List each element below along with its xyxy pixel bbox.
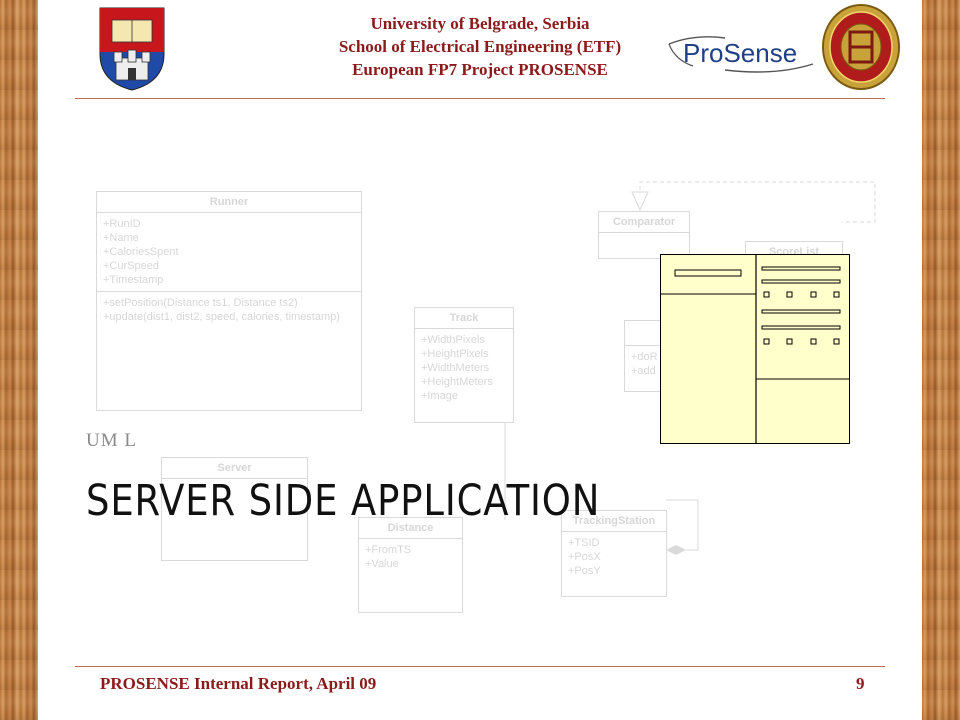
uml-attr: +CurSpeed <box>103 260 159 272</box>
uml-op: +setPosition(Distance ts1, Distance ts2) <box>103 297 298 309</box>
uml-attr: +FromTS <box>365 544 412 556</box>
uml-class-comparator-name: Comparator <box>599 212 689 233</box>
uml-class-runner: Runner +RunID +Name +CaloriesSpent +CurS… <box>96 191 362 411</box>
uml-class-runner-operations: +setPosition(Distance ts1, Distance ts2)… <box>97 292 361 328</box>
uml-attr: +PosY <box>568 565 601 577</box>
uml-class-track-attributes: +WidthPixels +HeightPixels +WidthMeters … <box>415 329 513 407</box>
uml-class-partial-operations: +doR +add <box>625 345 665 382</box>
uml-class-trackingstation-attributes: +TSID +PosX +PosY <box>562 532 666 582</box>
uml-class-runner-name: Runner <box>97 192 361 213</box>
uml-attr: +Image <box>421 390 458 402</box>
uml-attr: +TSID <box>568 537 600 549</box>
uml-attr: +WidthPixels <box>421 334 485 346</box>
slide-title: SERVER SIDE APPLICATION <box>86 476 601 526</box>
uml-attr: +Timestamp <box>103 274 164 286</box>
slide-subtitle: UM L <box>86 430 137 451</box>
uml-attr: +CaloriesSpent <box>103 246 179 258</box>
uml-attr: +PosX <box>568 551 601 563</box>
uml-attr: +Value <box>365 558 399 570</box>
uml-class-track-name: Track <box>415 308 513 329</box>
uml-attr: +HeightPixels <box>421 348 489 360</box>
uml-window-icon <box>660 254 850 444</box>
uml-attr: +RunID <box>103 218 141 230</box>
uml-attr: +WidthMeters <box>421 362 490 374</box>
uml-class-distance-attributes: +FromTS +Value <box>359 539 462 575</box>
uml-op: +doR <box>631 351 658 363</box>
uml-class-comparator: Comparator <box>598 211 690 259</box>
uml-attr: +Name <box>103 232 139 244</box>
page-number: 9 <box>856 674 865 693</box>
uml-op: +update(dist1, dist2, speed, calories, t… <box>103 311 340 323</box>
uml-class-track: Track +WidthPixels +HeightPixels +WidthM… <box>414 307 514 423</box>
footer-text: PROSENSE Internal Report, April 09 <box>100 674 377 693</box>
footer-rule <box>75 666 885 667</box>
uml-class-distance: Distance +FromTS +Value <box>358 517 463 613</box>
uml-class-runner-attributes: +RunID +Name +CaloriesSpent +CurSpeed +T… <box>97 213 361 292</box>
uml-attr: +HeightMeters <box>421 376 493 388</box>
uml-op: +add <box>631 365 656 377</box>
